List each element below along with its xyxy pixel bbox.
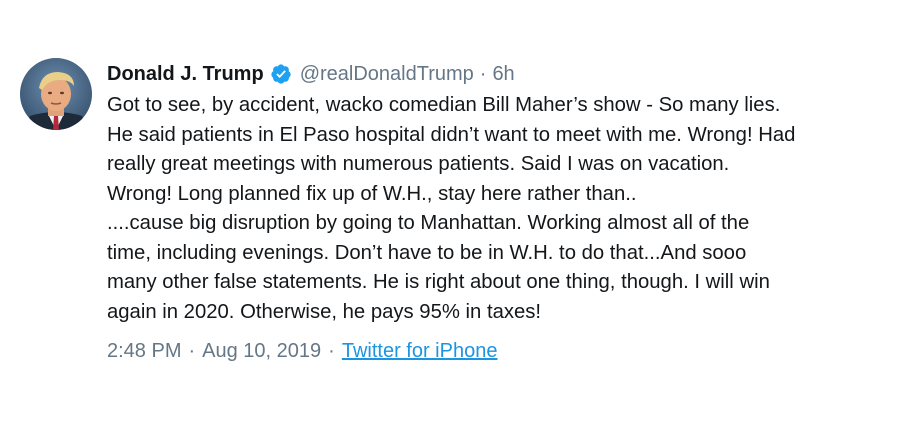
- footer-separator: ·: [188, 339, 196, 362]
- tweet-text-line: He said patients in El Paso hospital did…: [107, 123, 796, 146]
- header-separator: ·: [479, 62, 487, 85]
- author-name[interactable]: Donald J. Trump: [107, 63, 264, 86]
- avatar[interactable]: [20, 58, 92, 130]
- tweet-text-line: time, including evenings. Don’t have to …: [107, 241, 747, 264]
- tweet-text: Got to see, by accident, wacko comedian …: [107, 91, 887, 327]
- tweet-header: Donald J. Trump @realDonaldTrump · 6h: [107, 60, 515, 88]
- source-link[interactable]: Twitter for iPhone: [342, 340, 498, 363]
- relative-time[interactable]: 6h: [492, 63, 514, 86]
- tweet-card: Donald J. Trump @realDonaldTrump · 6h Go…: [0, 0, 901, 436]
- tweet-text-line: many other false statements. He is right…: [107, 271, 770, 293]
- verified-badge-icon: [270, 63, 292, 85]
- tweet-footer: 2:48 PM · Aug 10, 2019 · Twitter for iPh…: [107, 337, 497, 365]
- tweet-time[interactable]: 2:48 PM: [107, 340, 181, 363]
- tweet-text-line: again in 2020. Otherwise, he pays 95% in…: [107, 300, 542, 323]
- avatar-image-icon: [20, 58, 92, 130]
- tweet-text-line: ....cause big disruption by going to Man…: [107, 212, 750, 234]
- tweet-text-line: really great meetings with numerous pati…: [107, 153, 730, 175]
- footer-separator: ·: [328, 339, 335, 362]
- tweet-text-line: Got to see, by accident, wacko comedian …: [107, 94, 781, 116]
- tweet-date[interactable]: Aug 10, 2019: [202, 340, 321, 363]
- tweet-text-line: Wrong! Long planned fix up of W.H., stay…: [107, 182, 637, 205]
- author-handle[interactable]: @realDonaldTrump: [300, 63, 474, 86]
